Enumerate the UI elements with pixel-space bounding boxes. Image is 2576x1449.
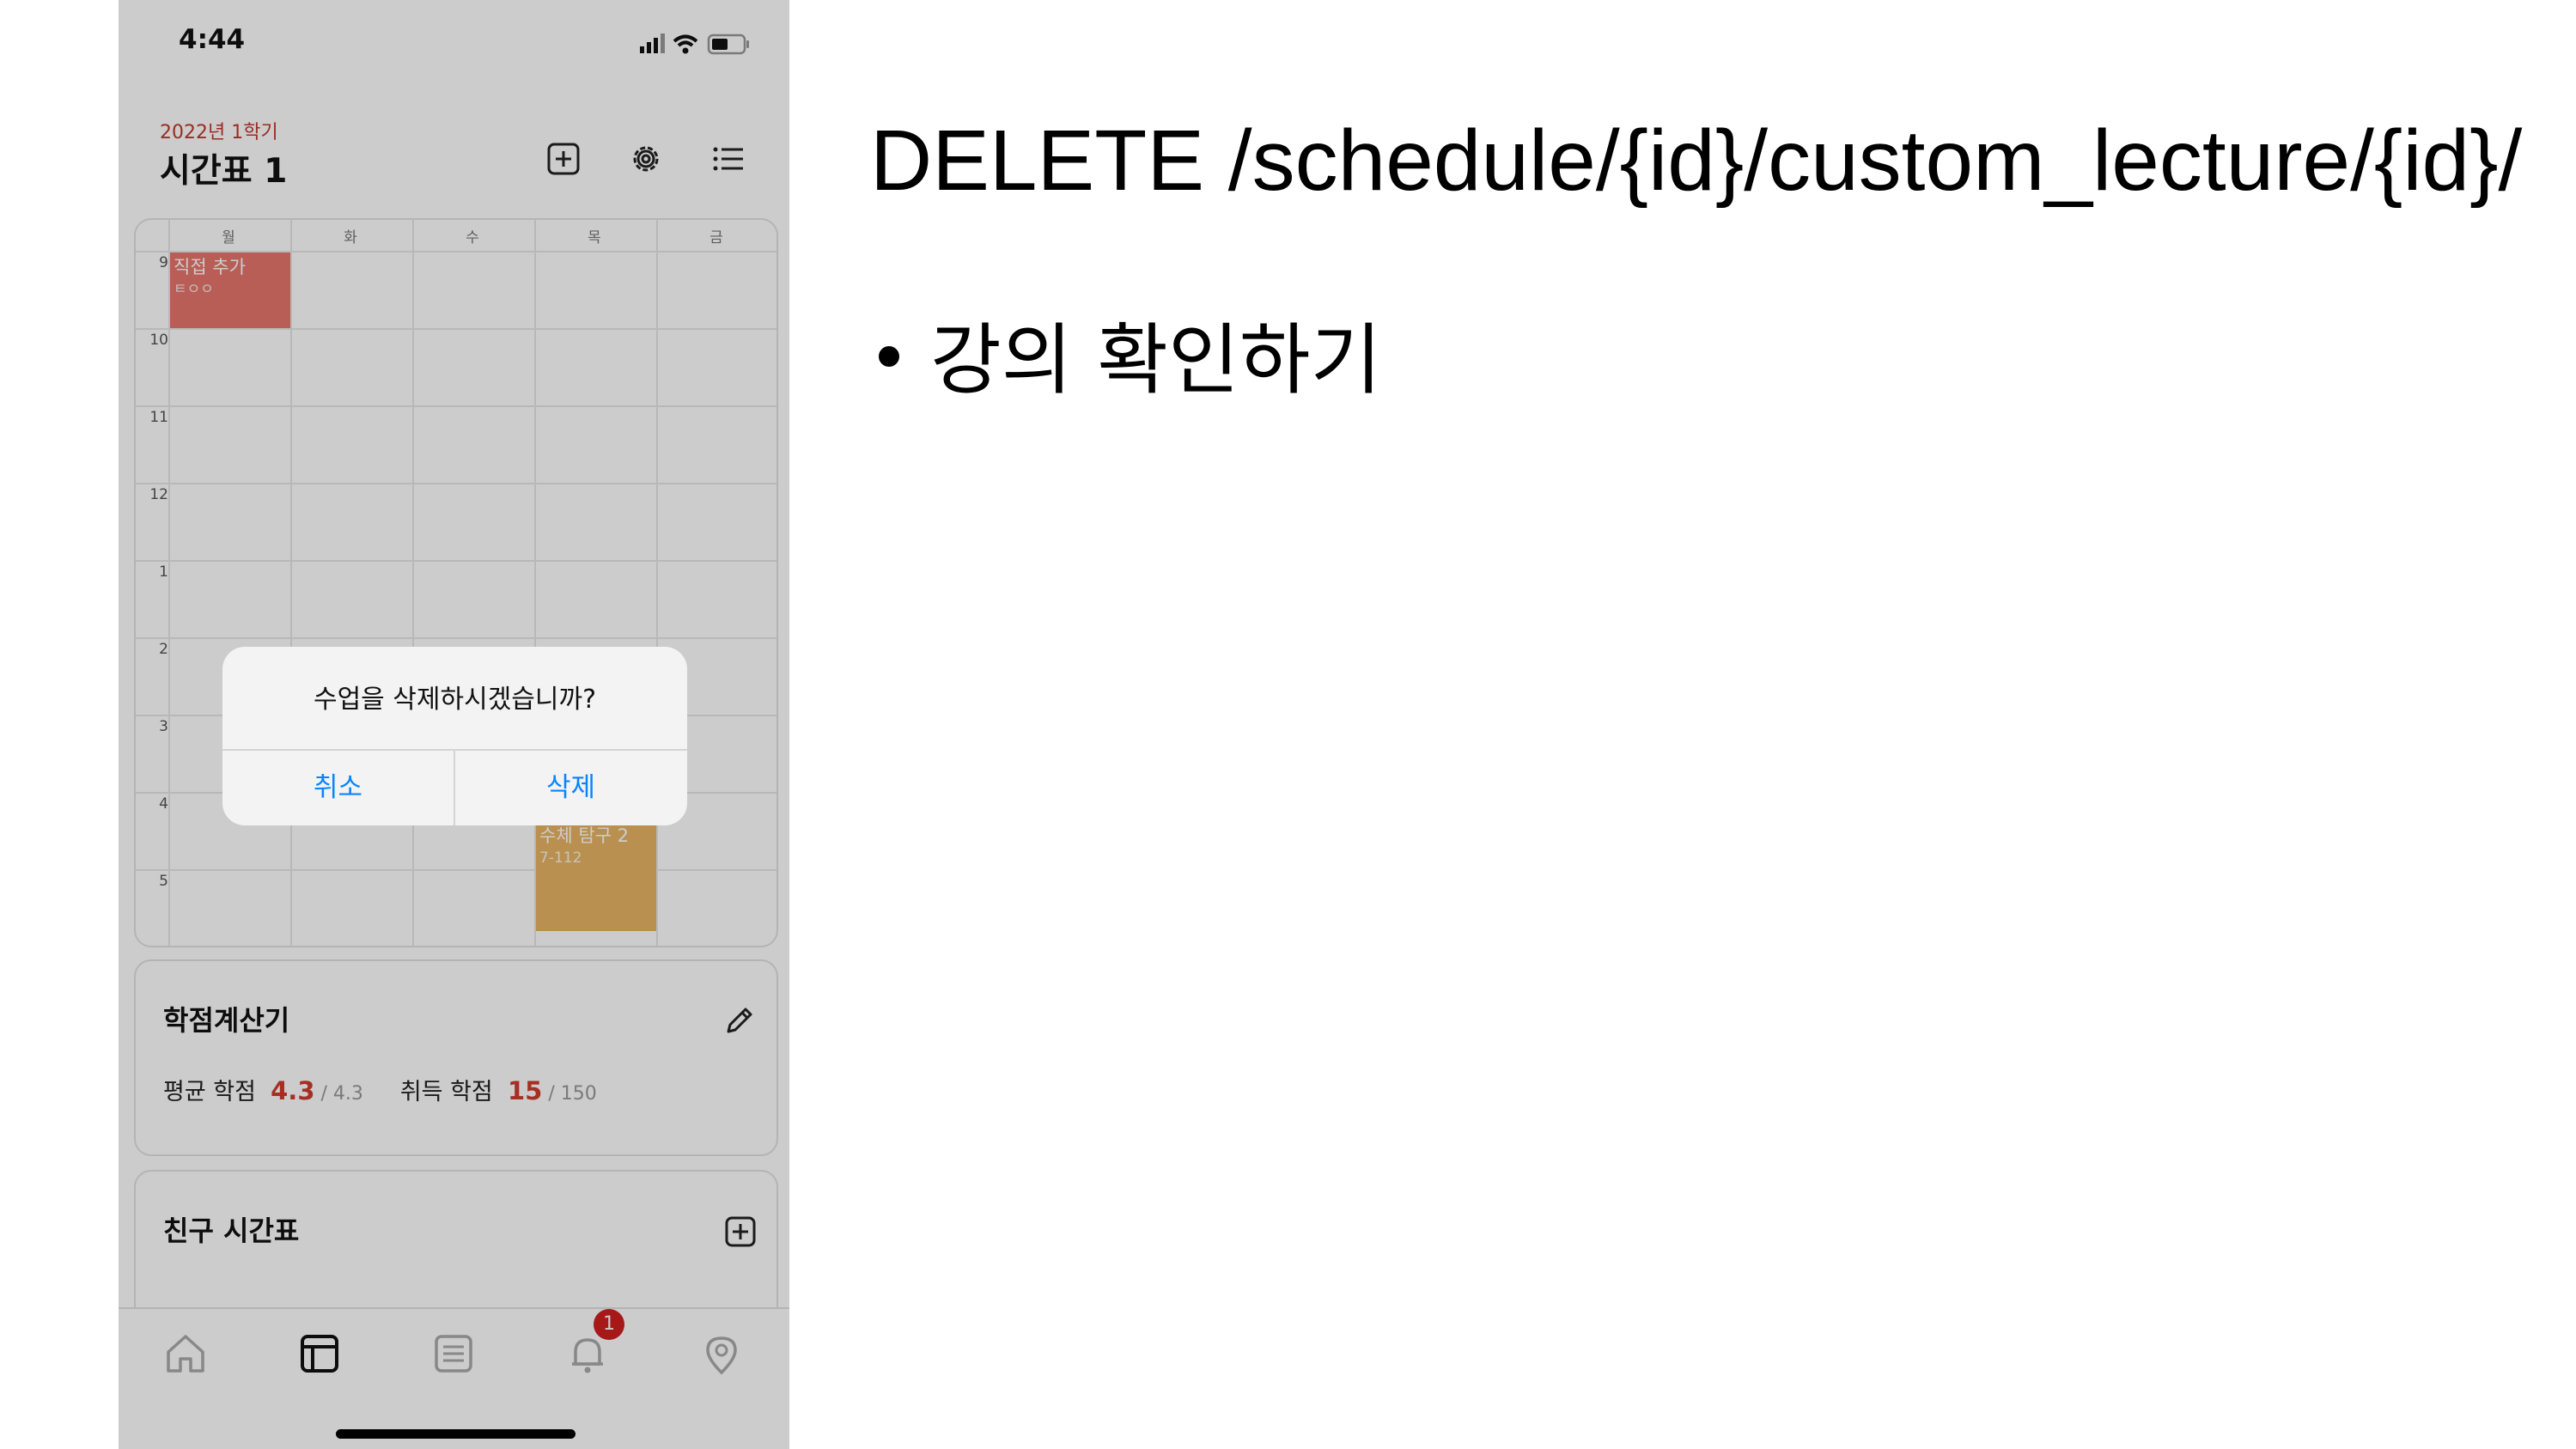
cancel-button[interactable]: 취소 (222, 751, 454, 825)
slide-bullet: 강의 확인하기 (879, 297, 1381, 409)
delete-confirm-dialog: 수업을 삭제하시겠습니까? 취소 삭제 (222, 647, 687, 825)
dialog-message: 수업을 삭제하시겠습니까? (313, 685, 597, 715)
bullet-dot (879, 346, 899, 368)
delete-button[interactable]: 삭제 (455, 751, 686, 825)
phone-screen: 4:44 2022년 1학기 시간표 1 월 화 수 목 금 9 10 11 1… (119, 0, 789, 1449)
slide-title: DELETE /schedule/{id}/custom_lecture/{id… (870, 113, 2523, 209)
bullet-text: 강의 확인하기 (930, 315, 1382, 405)
